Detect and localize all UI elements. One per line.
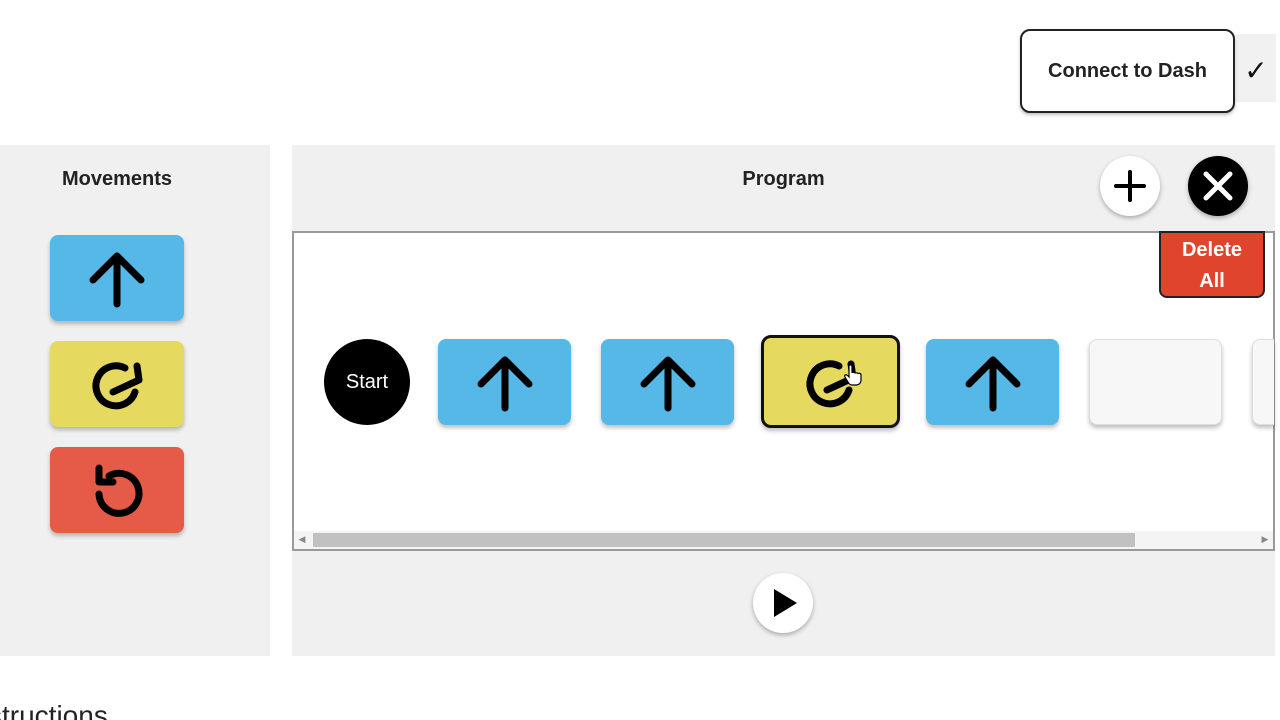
arrow-up-icon	[89, 252, 145, 308]
check-icon: ✓	[1244, 53, 1268, 87]
arrow-up-icon	[640, 356, 695, 412]
delete-all-label-line2: All	[1199, 270, 1225, 292]
program-step-forward[interactable]	[438, 339, 571, 425]
start-node: Start	[324, 339, 410, 425]
delete-all-button[interactable]: Delete All	[1159, 231, 1265, 298]
program-step-forward[interactable]	[601, 339, 734, 425]
add-program-button[interactable]	[1100, 156, 1160, 216]
arrow-up-icon	[477, 356, 532, 412]
movement-turn-right-button[interactable]	[50, 341, 184, 427]
plus-icon	[1114, 170, 1146, 202]
movements-title: Movements	[61, 168, 173, 190]
rotate-counterclockwise-icon	[95, 464, 143, 517]
program-step-turn-right[interactable]	[761, 335, 900, 428]
movement-forward-button[interactable]	[50, 235, 184, 321]
movement-turn-left-button[interactable]	[50, 447, 184, 533]
program-scrollbar[interactable]: ◀ ▶	[294, 531, 1273, 549]
scroll-right-icon[interactable]: ▶	[1260, 535, 1270, 545]
arrow-up-icon	[965, 356, 1020, 412]
instructions-heading: structions	[0, 700, 108, 720]
play-button[interactable]	[753, 573, 813, 633]
play-icon	[774, 589, 797, 617]
connect-to-dash-button[interactable]: Connect to Dash	[1020, 29, 1235, 113]
delete-all-label-line1: Delete	[1181, 239, 1243, 261]
program-step-forward[interactable]	[926, 339, 1059, 425]
close-icon	[1203, 171, 1233, 201]
close-program-button[interactable]	[1188, 156, 1248, 216]
rotate-clockwise-icon	[92, 362, 143, 410]
program-empty-slot[interactable]	[1252, 339, 1274, 425]
hand-cursor-icon	[844, 364, 862, 386]
program-empty-slot[interactable]	[1089, 339, 1222, 425]
scroll-left-icon[interactable]: ◀	[297, 535, 307, 545]
scrollbar-thumb[interactable]	[313, 533, 1135, 547]
